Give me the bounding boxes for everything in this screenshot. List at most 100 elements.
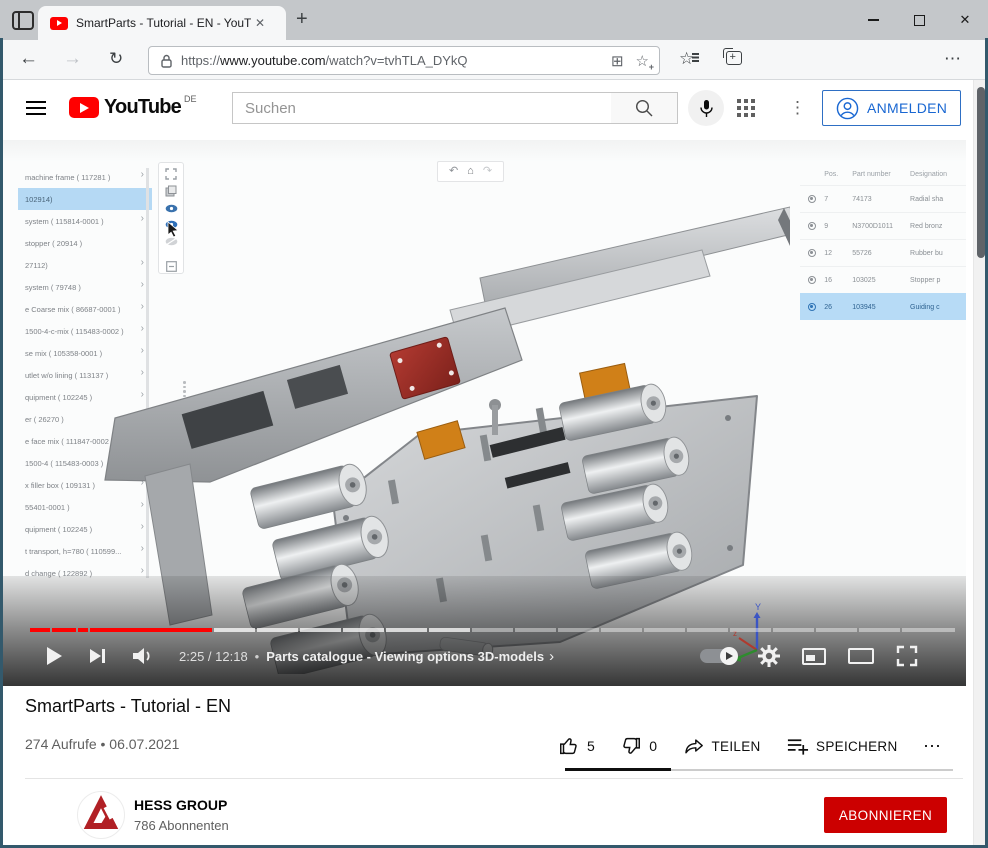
- address-bar[interactable]: https://www.youtube.com/watch?v=tvhTLA_D…: [148, 46, 660, 75]
- collections-button[interactable]: +: [726, 51, 742, 65]
- progress-segment[interactable]: [472, 628, 513, 632]
- maximize-button[interactable]: [896, 0, 942, 40]
- progress-bar[interactable]: [30, 628, 955, 632]
- locate-part-icon[interactable]: [808, 222, 816, 230]
- progress-segment[interactable]: [773, 628, 814, 632]
- channel-avatar[interactable]: [77, 791, 125, 839]
- progress-segment[interactable]: [429, 628, 470, 632]
- tab-actions-button[interactable]: [12, 11, 34, 30]
- channel-name[interactable]: HESS GROUP: [134, 797, 227, 813]
- autoplay-toggle[interactable]: [700, 649, 736, 663]
- new-tab-button[interactable]: +: [296, 8, 308, 31]
- tab-actions-icon: [18, 13, 20, 28]
- play-button[interactable]: [44, 645, 64, 667]
- miniplayer-button[interactable]: [802, 648, 826, 665]
- progress-segment[interactable]: [816, 628, 857, 632]
- table-row[interactable]: 9 N3700D1011 Red bronz: [800, 212, 966, 239]
- progress-segment[interactable]: [300, 628, 341, 632]
- voice-search-button[interactable]: [688, 90, 724, 126]
- chapter-title[interactable]: Parts catalogue - Viewing options 3D-mod…: [266, 649, 544, 664]
- url-domain: www.youtube.com: [220, 53, 326, 68]
- signin-button[interactable]: ANMELDEN: [822, 90, 961, 126]
- progress-segment[interactable]: [386, 628, 427, 632]
- next-button[interactable]: [88, 647, 107, 665]
- progress-segment[interactable]: [30, 628, 50, 632]
- cell-pos: 12: [824, 250, 852, 257]
- theater-mode-button[interactable]: [848, 648, 874, 664]
- fullscreen-button[interactable]: [896, 645, 918, 667]
- locate-part-icon[interactable]: [808, 249, 816, 257]
- like-button[interactable]: 5: [558, 735, 595, 757]
- minimize-button[interactable]: [850, 0, 896, 40]
- forward-button[interactable]: →: [63, 48, 82, 70]
- video-actions: 5 0 TEILEN SPEICHERN ⋯: [558, 729, 942, 763]
- microphone-icon: [699, 99, 714, 118]
- chapter-chevron-icon[interactable]: ›: [549, 648, 554, 665]
- search-input[interactable]: [232, 92, 612, 124]
- cell-part: 103025: [852, 277, 910, 284]
- browser-menu-button[interactable]: ⋯: [944, 49, 962, 69]
- dislike-button[interactable]: 0: [620, 735, 657, 757]
- table-row[interactable]: 7 74173 Radial sha: [800, 185, 966, 212]
- cell-part: 74173: [852, 196, 910, 203]
- browser-tab[interactable]: SmartParts - Tutorial - EN - YouT ✕: [38, 6, 286, 40]
- refresh-button[interactable]: ↻: [109, 48, 123, 70]
- cell-pos: 7: [824, 196, 852, 203]
- youtube-region-label: DE: [184, 94, 197, 104]
- youtube-apps-button[interactable]: [737, 99, 756, 118]
- progress-segment[interactable]: [644, 628, 685, 632]
- add-favorite-icon[interactable]: ☆+: [636, 52, 649, 70]
- table-row-selected[interactable]: 26 103945 Guiding c: [800, 293, 966, 320]
- back-button[interactable]: ←: [19, 48, 38, 70]
- youtube-settings-menu-button[interactable]: ⋮: [789, 98, 806, 118]
- favorites-button[interactable]: ☆: [679, 49, 694, 69]
- parts-table: Pos. Part number Designation 7 74173 Rad…: [800, 163, 966, 320]
- save-label: SPEICHERN: [816, 739, 897, 754]
- cell-designation: Radial sha: [910, 196, 966, 203]
- search-icon: [634, 98, 654, 118]
- table-row[interactable]: 12 55726 Rubber bu: [800, 239, 966, 266]
- video-title: SmartParts - Tutorial - EN: [25, 696, 231, 717]
- progress-segment[interactable]: [343, 628, 384, 632]
- cell-designation: Stopper p: [910, 277, 966, 284]
- table-row[interactable]: 16 103025 Stopper p: [800, 266, 966, 293]
- progress-segment[interactable]: [257, 628, 298, 632]
- more-actions-button[interactable]: ⋯: [923, 736, 942, 757]
- progress-segment[interactable]: [214, 628, 255, 632]
- col-designation: Designation: [910, 171, 966, 178]
- locate-part-icon[interactable]: [808, 195, 816, 203]
- progress-segment[interactable]: [687, 628, 728, 632]
- player-controls-right: [700, 640, 922, 672]
- page-scrollbar-thumb[interactable]: [977, 87, 985, 258]
- progress-segment[interactable]: [52, 628, 76, 632]
- split-screen-icon[interactable]: ⊞: [611, 52, 624, 70]
- guide-menu-button[interactable]: [26, 101, 46, 115]
- progress-segment[interactable]: [558, 628, 599, 632]
- subscribe-button[interactable]: ABONNIEREN: [824, 797, 947, 833]
- cell-part: 55726: [852, 250, 910, 257]
- youtube-logo[interactable]: YouTube DE: [69, 94, 197, 119]
- volume-icon[interactable]: [131, 647, 155, 665]
- save-button[interactable]: SPEICHERN: [786, 736, 897, 756]
- progress-segment[interactable]: [730, 628, 771, 632]
- progress-segment[interactable]: [902, 628, 955, 632]
- locate-part-icon[interactable]: [808, 276, 816, 284]
- progress-segment[interactable]: [515, 628, 556, 632]
- share-label: TEILEN: [712, 739, 761, 754]
- progress-segment[interactable]: [601, 628, 642, 632]
- locate-part-icon[interactable]: [808, 303, 816, 311]
- settings-gear-icon[interactable]: [758, 645, 780, 667]
- player-controls-left: 2:25 / 12:18 • Parts catalogue - Viewing…: [44, 640, 554, 672]
- share-button[interactable]: TEILEN: [683, 736, 761, 756]
- tab-title: SmartParts - Tutorial - EN - YouT: [76, 16, 251, 30]
- close-window-button[interactable]: ✕: [942, 0, 988, 40]
- time-display: 2:25 / 12:18: [179, 649, 248, 664]
- lock-icon: [161, 54, 172, 68]
- tab-close-icon[interactable]: ✕: [255, 16, 265, 30]
- cell-designation: Guiding c: [910, 304, 966, 311]
- progress-segment[interactable]: [90, 628, 212, 632]
- progress-segment[interactable]: [78, 628, 88, 632]
- signin-label: ANMELDEN: [867, 100, 947, 116]
- progress-segment[interactable]: [859, 628, 900, 632]
- search-button[interactable]: [611, 92, 678, 124]
